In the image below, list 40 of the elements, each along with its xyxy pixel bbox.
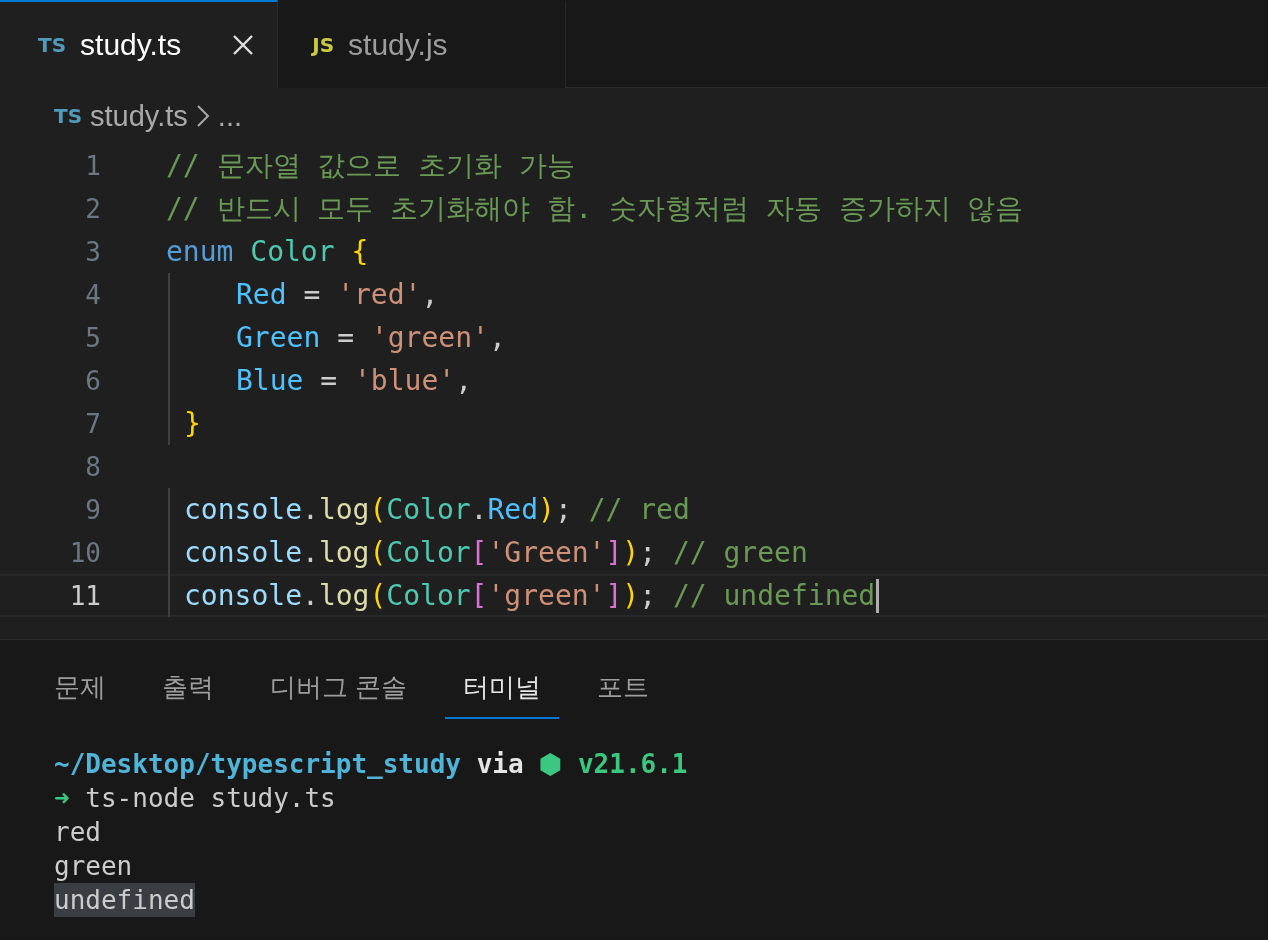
breadcrumb-item[interactable]: study.ts — [90, 99, 188, 133]
line-number: 8 — [84, 451, 101, 482]
code-line: enum Color { — [166, 235, 369, 268]
file-type-icon: TS — [54, 104, 83, 128]
line-number: 3 — [84, 236, 101, 267]
panel-tab[interactable]: 출력 — [144, 664, 232, 719]
panel-tab[interactable]: 터미널 — [445, 664, 560, 719]
line-number: 5 — [84, 322, 101, 353]
code-comment: // 반드시 모두 초기화해야 함. 숫자형처럼 자동 증가하지 않음 — [166, 190, 1024, 227]
line-number: 1 — [84, 150, 101, 181]
panel-tab[interactable]: 디버그 콘솔 — [252, 664, 426, 719]
code-line: Red = 'red', — [236, 278, 439, 311]
terminal-line: ➜ ts-node study.ts — [54, 782, 336, 815]
code-comment: // 문자열 값으로 초기화 가능 — [166, 147, 576, 184]
breadcrumb-item[interactable]: ... — [217, 99, 242, 133]
code-line: Green = 'green', — [236, 321, 506, 354]
line-number: 11 — [68, 580, 101, 611]
code-line: Blue = 'blue', — [236, 364, 473, 397]
panel-tab[interactable]: 포트 — [579, 664, 668, 719]
file-type-icon: JS — [312, 33, 335, 57]
code-line: console.log(Color['green']); // undefined — [184, 579, 876, 612]
code-line: } — [184, 407, 201, 440]
chevron-right-icon — [195, 104, 210, 128]
terminal-line: green — [54, 850, 133, 883]
code-line: console.log(Color.Red); // red — [184, 493, 690, 526]
line-number: 10 — [68, 537, 101, 568]
panel-tab[interactable]: 문제 — [36, 664, 124, 719]
close-icon[interactable] — [231, 33, 256, 57]
code-line: console.log(Color['Green']); // green — [184, 536, 808, 569]
line-number: 2 — [84, 193, 101, 224]
editor-tab[interactable]: TS study.ts — [0, 0, 279, 89]
text-cursor — [876, 578, 880, 613]
line-number: 4 — [84, 279, 101, 310]
file-type-icon: TS — [38, 33, 67, 57]
line-number: 7 — [84, 408, 101, 439]
terminal-line: red — [54, 816, 101, 849]
line-number: 9 — [84, 494, 101, 525]
line-number: 6 — [84, 365, 101, 396]
editor-tab[interactable]: JS study.js — [278, 0, 567, 88]
terminal-line: ~/Desktop/typescript_study via ⬢ v21.6.1 — [54, 748, 688, 781]
